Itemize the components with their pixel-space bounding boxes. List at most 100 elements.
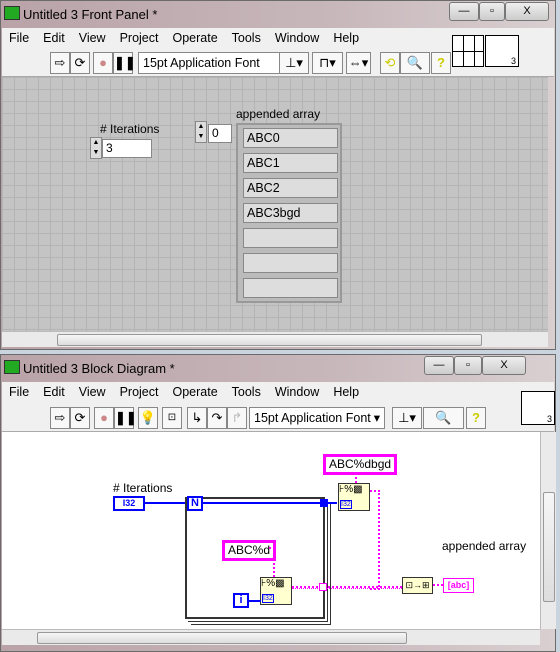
minimize-button[interactable]: —	[424, 356, 454, 375]
build-array-node[interactable]: ⊡→⊞	[402, 577, 433, 594]
labview-app-icon	[4, 6, 20, 20]
pause-icon[interactable]: ❚❚	[114, 407, 137, 429]
toolbar: ⇨ ⟳ ● ❚❚ 💡 ⊡ ↳ ↷ ↱ 15pt Application Font…	[2, 404, 554, 432]
search-icon[interactable]: 🔍	[400, 52, 430, 74]
vertical-scrollbar[interactable]	[540, 432, 556, 629]
resize-objects-icon[interactable]: ⇔▾	[346, 52, 371, 74]
maximize-button[interactable]: ▫	[479, 2, 505, 21]
search-icon[interactable]: 🔍	[423, 407, 464, 429]
help-icon[interactable]: ?	[466, 407, 486, 429]
vi-icon[interactable]: 3	[521, 391, 555, 425]
pause-icon[interactable]: ❚❚	[113, 52, 136, 74]
iterations-label: # Iterations	[100, 122, 160, 136]
string-wire	[292, 586, 402, 589]
array-element[interactable]	[243, 278, 338, 298]
format-string-constant-outer[interactable]: ABC%dbgd	[323, 454, 398, 475]
format-string-constant-inner[interactable]: ABC%d	[222, 540, 277, 561]
labview-app-icon	[4, 360, 20, 374]
align-objects-icon[interactable]: ⊥▾	[279, 52, 309, 74]
block-diagram-canvas: # Iterations I32 N ABC%d ⊦%▩ I32 i ABC%db…	[2, 432, 540, 629]
loop-count-terminal[interactable]: N	[187, 496, 203, 511]
minimize-button[interactable]: —	[449, 2, 479, 21]
menu-help[interactable]: Help	[326, 28, 366, 49]
abort-icon[interactable]: ●	[94, 407, 114, 429]
array-element[interactable]: ABC0	[243, 128, 338, 148]
menu-edit[interactable]: Edit	[36, 28, 72, 49]
menu-view[interactable]: View	[72, 28, 113, 49]
abort-icon[interactable]: ●	[93, 52, 113, 74]
close-button[interactable]: X	[482, 356, 526, 375]
align-objects-icon[interactable]: ⊥▾	[392, 407, 422, 429]
terminal-type: I32	[122, 498, 136, 508]
font-label: 15pt Application Font	[143, 56, 260, 70]
chevron-down-icon: ▾	[373, 411, 380, 425]
iterations-stepper[interactable]: ▲ ▼	[90, 137, 102, 159]
menu-window[interactable]: Window	[268, 382, 326, 404]
string-wire	[433, 584, 443, 586]
help-icon[interactable]: ?	[431, 52, 451, 74]
menu-project[interactable]: Project	[113, 382, 166, 404]
highlight-execution-icon[interactable]: 💡	[138, 407, 158, 429]
array-element[interactable]: ABC1	[243, 153, 338, 173]
front-panel-window: Untitled 3 Front Panel * — ▫ X File Edit…	[0, 0, 556, 350]
string-wire	[269, 547, 275, 577]
menu-operate[interactable]: Operate	[165, 28, 224, 49]
array-element[interactable]: ABC2	[243, 178, 338, 198]
horizontal-scrollbar[interactable]	[2, 331, 548, 347]
array-element[interactable]	[243, 228, 338, 248]
maximize-button[interactable]: ▫	[454, 356, 482, 375]
format-into-string-node[interactable]: ⊦%▩ I32	[260, 577, 292, 605]
menu-file[interactable]: File	[2, 382, 36, 404]
array-index-input[interactable]: 0	[208, 124, 232, 143]
menu-tools[interactable]: Tools	[225, 28, 268, 49]
step-out-icon[interactable]: ↱	[227, 407, 247, 429]
scrollbar-thumb[interactable]	[543, 492, 555, 602]
iterations-label: # Iterations	[113, 481, 173, 495]
run-arrow-icon[interactable]: ⇨	[50, 52, 70, 74]
scrollbar-thumb[interactable]	[37, 632, 407, 644]
array-index-stepper[interactable]: ▲ ▼	[195, 121, 207, 143]
distribute-objects-icon[interactable]: ⊓▾	[312, 52, 343, 74]
array-element[interactable]: ABC3bgd	[243, 203, 338, 223]
block-diagram-window: Untitled 3 Block Diagram * — ▫ X File Ed…	[0, 354, 556, 652]
iterations-terminal[interactable]: I32	[113, 496, 145, 511]
scrollbar-thumb[interactable]	[57, 334, 482, 346]
menu-help[interactable]: Help	[326, 382, 366, 404]
step-into-icon[interactable]: ↳	[187, 407, 207, 429]
tunnel	[320, 499, 328, 507]
format-into-string-node[interactable]: ⊦%▩ I32	[338, 483, 370, 511]
array-element[interactable]	[243, 253, 338, 273]
menu-window[interactable]: Window	[268, 28, 326, 49]
vi-icon[interactable]: 3	[485, 35, 519, 67]
string-wire	[355, 473, 357, 483]
font-selector[interactable]: 15pt Application Font▾	[138, 52, 292, 74]
array-tunnel	[319, 583, 327, 591]
node-type: I32	[340, 500, 352, 509]
reorder-icon[interactable]: ⟲	[380, 52, 400, 74]
connector-pane-icon[interactable]	[452, 35, 484, 67]
run-continuously-icon[interactable]: ⟳	[70, 52, 90, 74]
run-continuously-icon[interactable]: ⟳	[70, 407, 90, 429]
menu-project[interactable]: Project	[113, 28, 166, 49]
loop-count-label: N	[191, 497, 199, 509]
step-over-icon[interactable]: ↷	[207, 407, 227, 429]
close-button[interactable]: X	[505, 2, 549, 21]
menu-view[interactable]: View	[72, 382, 113, 404]
run-arrow-icon[interactable]: ⇨	[50, 407, 70, 429]
appended-array-terminal[interactable]: [abc]	[443, 578, 474, 593]
menu-tools[interactable]: Tools	[225, 382, 268, 404]
retain-wire-values-icon[interactable]: ⊡	[162, 407, 182, 429]
font-selector[interactable]: 15pt Application Font▾	[249, 407, 385, 429]
indicator-label: appended array	[442, 539, 527, 553]
iterations-input[interactable]: 3	[102, 139, 152, 158]
node-type: I32	[262, 594, 274, 603]
menu-bar: File Edit View Project Operate Tools Win…	[2, 382, 554, 404]
menu-file[interactable]: File	[2, 28, 36, 49]
int-wire	[145, 502, 187, 504]
int-wire	[249, 600, 261, 602]
horizontal-scrollbar[interactable]	[2, 629, 540, 645]
menu-edit[interactable]: Edit	[36, 382, 72, 404]
window-title: Untitled 3 Front Panel *	[23, 7, 158, 22]
menu-operate[interactable]: Operate	[165, 382, 224, 404]
indicator-type: abc	[450, 580, 467, 590]
